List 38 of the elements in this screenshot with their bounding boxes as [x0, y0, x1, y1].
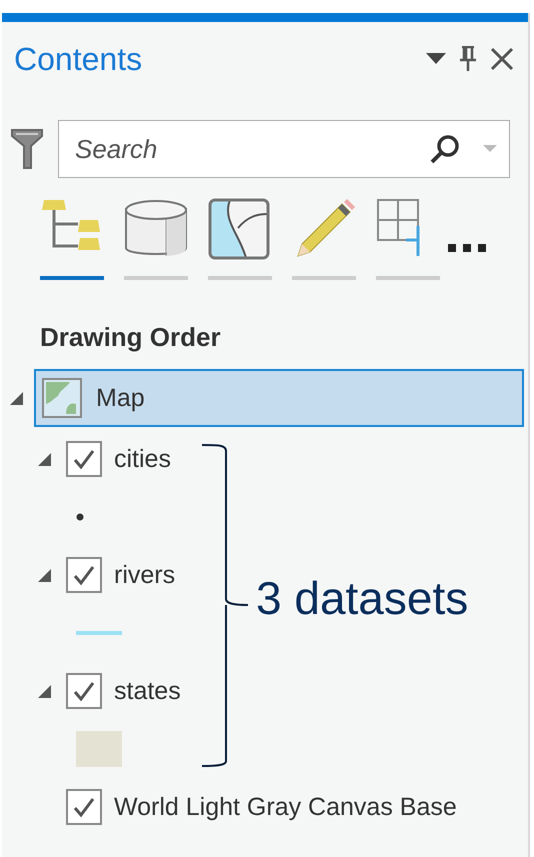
- check-icon: [72, 796, 96, 818]
- map-item[interactable]: Map: [34, 369, 524, 427]
- layer-checkbox[interactable]: [66, 557, 102, 593]
- pencil-icon: [297, 199, 355, 257]
- collapse-triangle-icon[interactable]: [36, 451, 52, 467]
- options-dropdown-button[interactable]: [426, 53, 446, 65]
- more-options-icon[interactable]: [448, 243, 488, 253]
- view-tab[interactable]: [40, 198, 104, 280]
- pane-title: Contents: [14, 40, 144, 78]
- search-icon[interactable]: [429, 133, 461, 165]
- grid-snapping-icon: [377, 199, 420, 258]
- collapse-triangle-icon[interactable]: [8, 390, 24, 406]
- layer-name: states: [114, 676, 181, 706]
- check-icon: [72, 564, 96, 586]
- search-field[interactable]: Search: [58, 120, 510, 178]
- annotation-text: 3 datasets: [256, 571, 468, 625]
- map-icon: [42, 378, 82, 418]
- collapse-triangle-icon[interactable]: [36, 683, 52, 699]
- line-symbol-icon: [76, 631, 122, 635]
- filter-icon[interactable]: [10, 127, 44, 171]
- layer-name: cities: [114, 444, 171, 474]
- layer-checkbox[interactable]: [66, 789, 102, 825]
- database-icon: [125, 200, 187, 256]
- search-input[interactable]: Search: [73, 132, 429, 166]
- section-heading: Drawing Order: [40, 322, 222, 353]
- pin-button[interactable]: [458, 46, 478, 72]
- layer-name: World Light Gray Canvas Base: [114, 792, 457, 822]
- check-icon: [72, 448, 96, 470]
- layer-name: rivers: [114, 560, 176, 590]
- list-by-drawing-order-icon: [42, 200, 100, 250]
- point-symbol-icon: [76, 513, 84, 521]
- check-icon: [72, 680, 96, 702]
- polygon-symbol-icon: [76, 731, 122, 767]
- layer-checkbox[interactable]: [66, 673, 102, 709]
- map-selection-icon: [208, 198, 270, 260]
- collapse-triangle-icon[interactable]: [36, 567, 52, 583]
- layer-checkbox[interactable]: [66, 441, 102, 477]
- close-button[interactable]: [490, 47, 514, 71]
